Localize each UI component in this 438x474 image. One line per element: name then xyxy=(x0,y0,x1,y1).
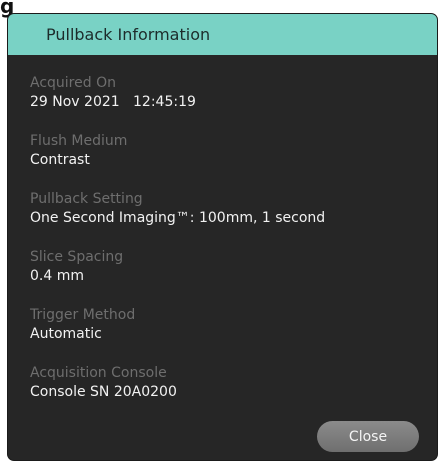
field-value: Automatic xyxy=(30,326,102,342)
dialog-header: Pullback Information xyxy=(8,14,437,55)
field-value: One Second Imaging™: 100mm, 1 second xyxy=(30,210,326,226)
field-label: Acquisition Console xyxy=(30,365,167,381)
dialog-title: Pullback Information xyxy=(46,25,211,44)
field-acquisition-console: Acquisition Console Console SN 20A0200 xyxy=(30,364,420,422)
field-value: Contrast xyxy=(30,152,90,168)
field-value: Console SN 20A0200 xyxy=(30,384,177,400)
info-fields: Acquired On 29 Nov 2021 12:45:19 Flush M… xyxy=(30,74,420,422)
field-label: Slice Spacing xyxy=(30,249,124,265)
field-slice-spacing: Slice Spacing 0.4 mm xyxy=(30,248,420,306)
pullback-information-dialog: Pullback Information Acquired On 29 Nov … xyxy=(8,14,437,460)
field-acquired-on: Acquired On 29 Nov 2021 12:45:19 xyxy=(30,74,420,132)
field-label: Pullback Setting xyxy=(30,191,143,207)
close-button[interactable]: Close xyxy=(317,421,419,452)
field-trigger-method: Trigger Method Automatic xyxy=(30,306,420,364)
field-label: Trigger Method xyxy=(30,307,136,323)
field-value: 29 Nov 2021 12:45:19 xyxy=(30,94,196,110)
field-label: Flush Medium xyxy=(30,133,128,149)
field-value: 0.4 mm xyxy=(30,268,84,284)
field-flush-medium: Flush Medium Contrast xyxy=(30,132,420,190)
field-label: Acquired On xyxy=(30,75,116,91)
page: g Pullback Information Acquired On 29 No… xyxy=(0,0,438,474)
field-pullback-setting: Pullback Setting One Second Imaging™: 10… xyxy=(30,190,420,248)
